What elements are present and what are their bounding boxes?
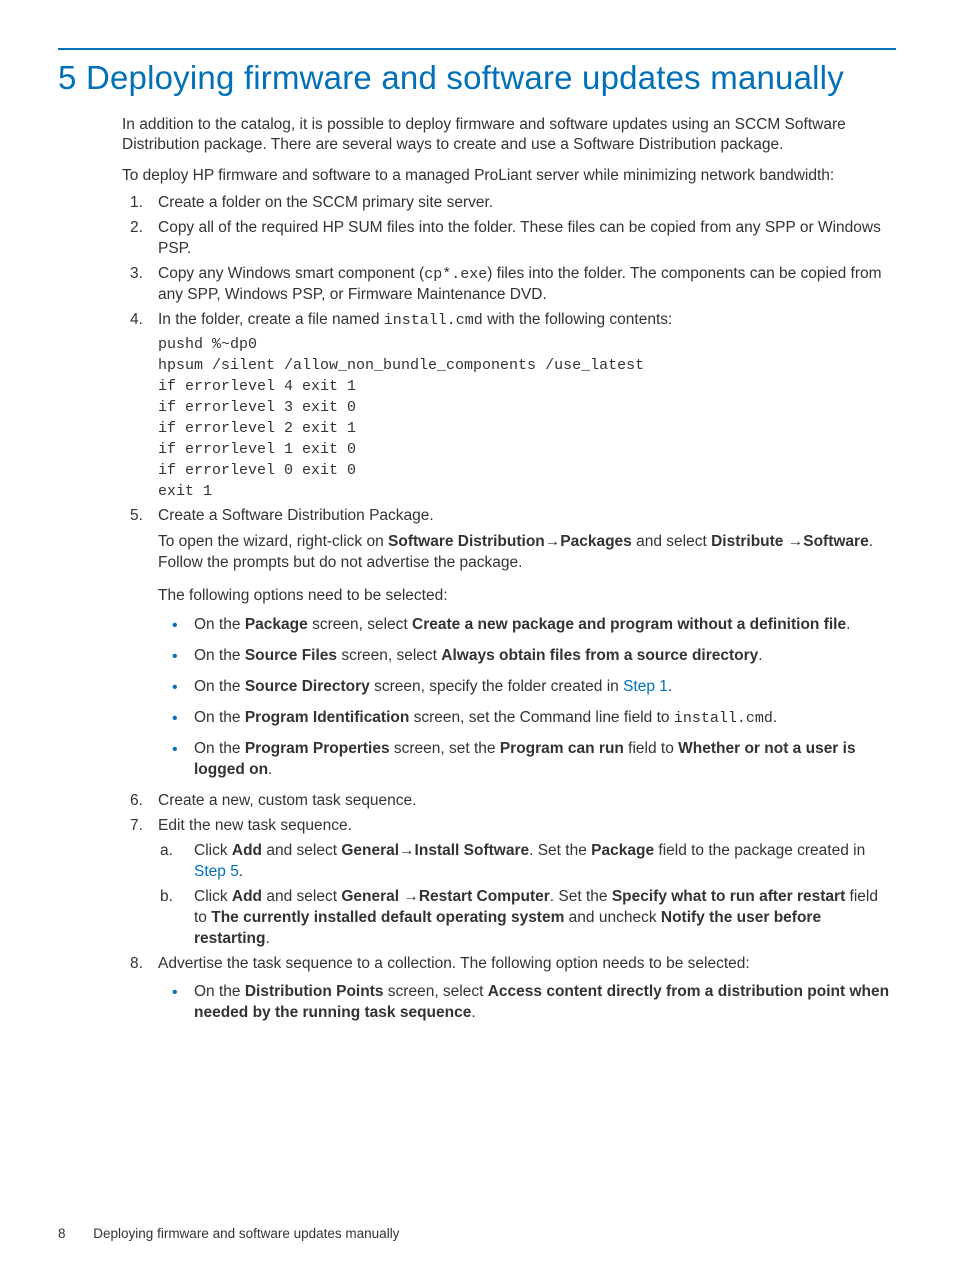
step-number: 2. — [130, 218, 143, 239]
step-1: 1. Create a folder on the SCCM primary s… — [122, 193, 894, 214]
step-number: 7. — [130, 816, 143, 837]
step-text: Create a folder on the SCCM primary site… — [158, 194, 493, 211]
chapter-number: 5 — [58, 59, 77, 96]
link-step1[interactable]: Step 1 — [623, 678, 668, 695]
intro-paragraph: In addition to the catalog, it is possib… — [122, 115, 894, 157]
step-text: Copy all of the required HP SUM files in… — [158, 219, 881, 257]
link-step5[interactable]: Step 5 — [194, 863, 239, 880]
intro-lead: To deploy HP firmware and software to a … — [122, 166, 894, 187]
step-text: Advertise the task sequence to a collect… — [158, 955, 750, 972]
step-8: 8. Advertise the task sequence to a coll… — [122, 954, 894, 1025]
step-number: 4. — [130, 310, 143, 331]
step5-bullets: On the Package screen, select Create a n… — [158, 615, 894, 781]
step-number: 8. — [130, 954, 143, 975]
step-4: 4. In the folder, create a file named in… — [122, 310, 894, 501]
step-number: 6. — [130, 791, 143, 812]
bullet-dist-points: On the Distribution Points screen, selec… — [158, 982, 894, 1024]
step-text: Create a new, custom task sequence. — [158, 792, 416, 809]
body-content: In addition to the catalog, it is possib… — [122, 115, 894, 1025]
step-number: 1. — [130, 193, 143, 214]
code-inline: install.cmd — [674, 710, 773, 727]
code-inline: cp*.exe — [424, 266, 487, 283]
page-footer: 8 Deploying firmware and software update… — [58, 1225, 399, 1243]
step-7a: a. Click Add and select General→Install … — [158, 841, 894, 883]
step-7: 7. Edit the new task sequence. a. Click … — [122, 816, 894, 950]
bullet-source-files: On the Source Files screen, select Alway… — [158, 646, 894, 667]
step-number: 5. — [130, 506, 143, 527]
step-3: 3. Copy any Windows smart component (cp*… — [122, 264, 894, 306]
step-5: 5. Create a Software Distribution Packag… — [122, 506, 894, 782]
page-number: 8 — [58, 1226, 66, 1241]
options-lead: The following options need to be selecte… — [158, 586, 894, 607]
code-block: pushd %~dp0 hpsum /silent /allow_non_bun… — [158, 334, 894, 502]
footer-text: Deploying firmware and software updates … — [93, 1226, 399, 1241]
bullet-prog-id: On the Program Identification screen, se… — [158, 708, 894, 729]
step-number: 3. — [130, 264, 143, 285]
bullet-source-dir: On the Source Directory screen, specify … — [158, 677, 894, 698]
step-text: Edit the new task sequence. — [158, 817, 352, 834]
step-text: In the folder, create a file named insta… — [158, 311, 672, 328]
chapter-title: Deploying firmware and software updates … — [86, 59, 844, 96]
chapter-heading: 5 Deploying firmware and software update… — [58, 56, 896, 101]
step7-sublist: a. Click Add and select General→Install … — [158, 841, 894, 950]
step-text: Copy any Windows smart component (cp*.ex… — [158, 265, 882, 303]
bullet-package: On the Package screen, select Create a n… — [158, 615, 894, 636]
step-6: 6. Create a new, custom task sequence. — [122, 791, 894, 812]
step-7b: b. Click Add and select General →Restart… — [158, 887, 894, 950]
bullet-prog-props: On the Program Properties screen, set th… — [158, 739, 894, 781]
code-inline: install.cmd — [384, 312, 483, 329]
step-2: 2. Copy all of the required HP SUM files… — [122, 218, 894, 260]
wizard-instruction: To open the wizard, right-click on Softw… — [158, 532, 894, 574]
substep-letter: a. — [160, 841, 173, 862]
step-text: Create a Software Distribution Package. — [158, 507, 434, 524]
step8-bullets: On the Distribution Points screen, selec… — [158, 982, 894, 1024]
top-rule — [58, 48, 896, 50]
substep-letter: b. — [160, 887, 173, 908]
main-steps: 1. Create a folder on the SCCM primary s… — [122, 193, 894, 1024]
